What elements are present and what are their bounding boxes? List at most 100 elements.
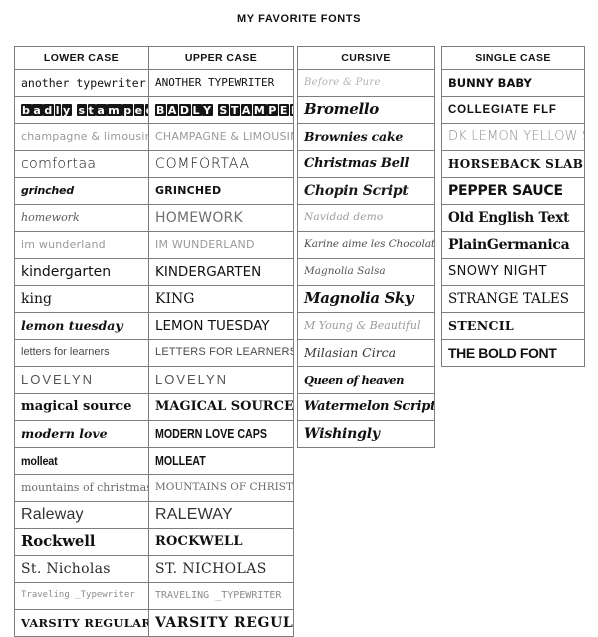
font-sample-cursive: Christmas Bell xyxy=(297,150,435,178)
font-sample-text: king xyxy=(21,290,52,307)
table-row: Traveling _Typewriter TRAVELING _TYPEWRI… xyxy=(14,582,294,610)
font-sample-text: Rockwell xyxy=(21,532,96,551)
table-row: Milasian Circa xyxy=(297,339,435,367)
table-row: another typewriter ANOTHER TYPEWRITER xyxy=(14,69,294,97)
table-row: Raleway RALEWAY xyxy=(14,501,294,529)
font-sample-lower: kindergarten xyxy=(14,258,149,286)
column-header-cursive: CURSIVE xyxy=(297,46,435,70)
font-sample-text: ROCKWELL xyxy=(155,534,243,550)
table-row: lemon tuesday LEMON TUESDAY xyxy=(14,312,294,340)
font-sample-text: Raleway xyxy=(21,505,84,523)
font-sample-lower: Raleway xyxy=(14,501,149,529)
font-sample-text: PlainGermanica xyxy=(448,236,570,253)
font-sample-upper: LETTERS FOR LEARNERS xyxy=(148,339,294,367)
table-row: DK LEMON YELLOW SUN xyxy=(441,123,585,151)
font-sample-lower: king xyxy=(14,285,149,313)
font-sample-text: kindergarten xyxy=(21,263,112,280)
font-sample-lower: comfortaa xyxy=(14,150,149,178)
table-row: Watermelon Script xyxy=(297,393,435,421)
table-header-row: CURSIVE xyxy=(297,46,435,70)
table-row: THE BOLD FONT xyxy=(441,339,585,367)
table-row: badly stamped BADLY STAMPED xyxy=(14,96,294,124)
font-sample-single: Old English Text xyxy=(441,204,585,232)
font-sample-cursive: Queen of heaven xyxy=(297,366,435,394)
font-sample-text: MODERN LOVE CAPS xyxy=(155,426,267,441)
table-row: champagne & limousines CHAMPAGNE & LIMOU… xyxy=(14,123,294,151)
font-table-cursive: CURSIVE Before & Pure Bromello Brownies … xyxy=(297,46,435,448)
font-sample-upper: IM WUNDERLAND xyxy=(148,231,294,259)
font-sample-cursive: Karine aime les Chocolats xyxy=(297,231,435,259)
font-sample-text: STRANGE TALES xyxy=(448,290,569,307)
table-row: Wishingly xyxy=(297,420,435,448)
font-sample-text: KINDERGARTEN xyxy=(155,263,262,280)
font-sample-single: DK LEMON YELLOW SUN xyxy=(441,123,585,151)
font-sample-cursive: Watermelon Script xyxy=(297,393,435,421)
font-sample-cursive: Bromello xyxy=(297,96,435,124)
font-sample-lower: letters for learners xyxy=(14,339,149,367)
font-sample-text: IM WUNDERLAND xyxy=(155,238,255,252)
table-row: mountains of christmas MOUNTAINS OF CHRI… xyxy=(14,474,294,502)
table-row: Chopin Script xyxy=(297,177,435,205)
font-sample-text: MAGICAL SOURCE xyxy=(155,399,294,415)
table-row: PEPPER SAUCE xyxy=(441,177,585,205)
font-sample-text: LEMON TUESDAY xyxy=(155,317,270,334)
font-sample-text: COLLEGIATE FLF xyxy=(448,103,557,116)
font-sample-cursive: M Young & Beautiful xyxy=(297,312,435,340)
font-sample-upper: HOMEWORK xyxy=(148,204,294,232)
page-title: MY FAVORITE FONTS xyxy=(236,13,362,25)
font-sample-cursive: Navidad demo xyxy=(297,204,435,232)
font-sample-text: BUNNY BABY xyxy=(448,75,532,90)
font-sample-single: COLLEGIATE FLF xyxy=(441,96,585,124)
font-sample-text: PEPPER SAUCE xyxy=(448,182,563,199)
font-sample-text: Before & Pure xyxy=(304,76,381,88)
font-sample-text: VARSITY REGULAR xyxy=(155,614,294,631)
table-row: Before & Pure xyxy=(297,69,435,97)
font-sample-text: Magnolia Sky xyxy=(304,289,414,308)
table-row: king KING xyxy=(14,285,294,313)
font-sample-single: PEPPER SAUCE xyxy=(441,177,585,205)
font-sample-single: PlainGermanica xyxy=(441,231,585,259)
table-row: modern love MODERN LOVE CAPS xyxy=(14,420,294,448)
font-sample-text: molleat xyxy=(21,454,58,468)
font-sample-lower: another typewriter xyxy=(14,69,149,97)
table-row: PlainGermanica xyxy=(441,231,585,259)
font-sample-lower: mountains of christmas xyxy=(14,474,149,502)
table-row: kindergarten KINDERGARTEN xyxy=(14,258,294,286)
table-row: BUNNY BABY xyxy=(441,69,585,97)
font-sample-lower: VARSITY REGULAR xyxy=(14,609,149,637)
font-sample-text: ANOTHER TYPEWRITER xyxy=(155,76,275,90)
font-sample-text: TRAVELING _TYPEWRITER xyxy=(155,589,282,601)
font-sample-cursive: Magnolia Salsa xyxy=(297,258,435,286)
column-header-lower-case: LOWER CASE xyxy=(14,46,149,70)
font-sample-upper: ANOTHER TYPEWRITER xyxy=(148,69,294,97)
table-row: comfortaa COMFORTAA xyxy=(14,150,294,178)
font-sample-text: LOVELYN xyxy=(155,372,229,388)
font-sample-upper: ROCKWELL xyxy=(148,528,294,556)
table-row: Bromello xyxy=(297,96,435,124)
font-sample-text: comfortaa xyxy=(21,155,97,172)
font-sample-upper: MOLLEAT xyxy=(148,447,294,475)
font-sample-text: MOLLEAT xyxy=(155,453,206,468)
font-sample-text: VARSITY REGULAR xyxy=(21,615,149,630)
font-sample-text: badly stamped xyxy=(21,103,148,117)
font-sample-upper: ST. NICHOLAS xyxy=(148,555,294,583)
font-sample-text: Traveling _Typewriter xyxy=(21,590,135,601)
font-sample-text: STENCIL xyxy=(448,318,514,334)
font-sample-cursive: Magnolia Sky xyxy=(297,285,435,313)
font-sample-text: lemon tuesday xyxy=(21,318,123,334)
font-sample-text: Chopin Script xyxy=(304,182,409,199)
font-sample-text: BADLY STAMPED xyxy=(155,103,293,117)
font-sample-upper: RALEWAY xyxy=(148,501,294,529)
table-row: STENCIL xyxy=(441,312,585,340)
font-sample-text: letters for learners xyxy=(21,346,110,359)
table-header-row: LOWER CASE UPPER CASE xyxy=(14,46,294,70)
font-sample-text: Brownies cake xyxy=(304,129,404,145)
font-sample-upper: COMFORTAA xyxy=(148,150,294,178)
table-row: Magnolia Salsa xyxy=(297,258,435,286)
font-sample-text: CHAMPAGNE & LIMOUSINES xyxy=(155,130,293,144)
font-sample-cursive: Before & Pure xyxy=(297,69,435,97)
table-row: Rockwell ROCKWELL xyxy=(14,528,294,556)
table-row: VARSITY REGULAR VARSITY REGULAR xyxy=(14,609,294,637)
table-row: Christmas Bell xyxy=(297,150,435,178)
font-sample-cursive: Milasian Circa xyxy=(297,339,435,367)
